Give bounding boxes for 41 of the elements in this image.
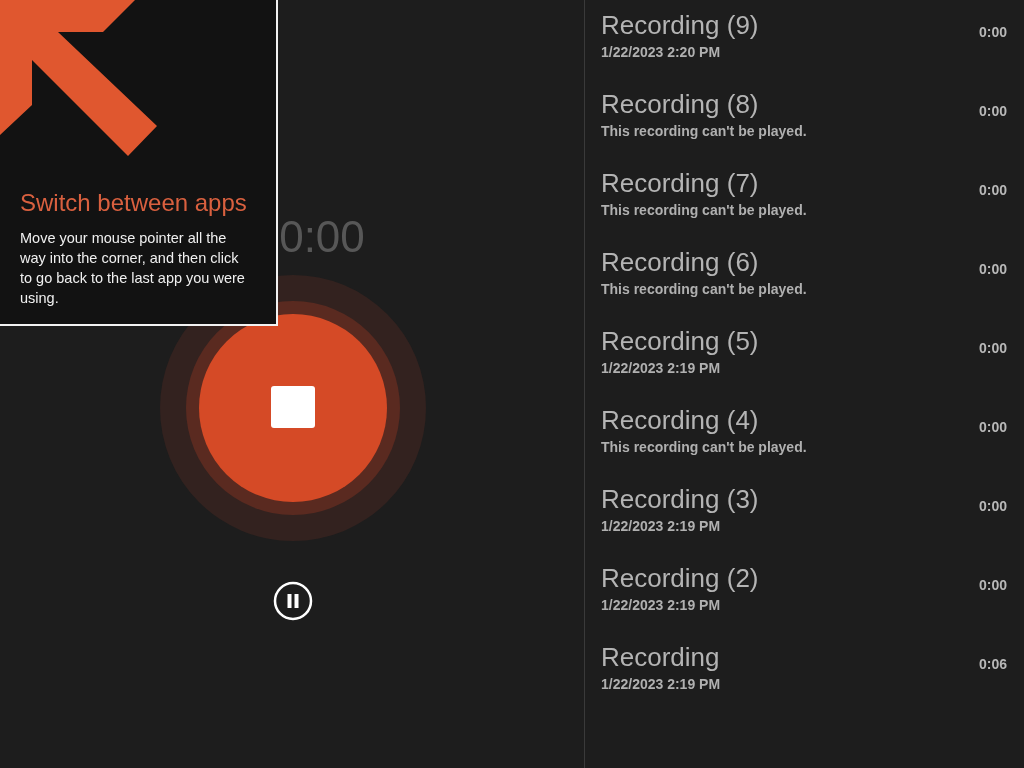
recording-item[interactable]: Recording (5) 1/22/2023 2:19 PM 0:00 bbox=[601, 324, 1007, 403]
recording-title: Recording (9) bbox=[601, 9, 759, 42]
recording-title: Recording (2) bbox=[601, 562, 759, 595]
recording-detail: 1/22/2023 2:19 PM bbox=[601, 676, 721, 692]
recording-detail: This recording can't be played. bbox=[601, 281, 807, 297]
stop-record-button[interactable] bbox=[160, 275, 426, 541]
recording-duration: 0:00 bbox=[978, 24, 1007, 42]
recording-title: Recording (7) bbox=[601, 167, 760, 200]
recording-detail: 1/22/2023 2:19 PM bbox=[601, 518, 722, 534]
recording-title: Recording (8) bbox=[601, 88, 760, 121]
recording-duration: 0:00 bbox=[978, 419, 1007, 437]
recording-title: Recording (4) bbox=[601, 404, 760, 437]
pause-button[interactable] bbox=[273, 581, 313, 621]
recording-detail: 1/22/2023 2:19 PM bbox=[601, 360, 722, 376]
recording-detail: This recording can't be played. bbox=[601, 123, 807, 139]
recording-duration: 0:06 bbox=[978, 656, 1007, 674]
recording-duration: 0:00 bbox=[978, 577, 1007, 595]
recording-item[interactable]: Recording (8) This recording can't be played. 0:00 bbox=[601, 87, 1007, 166]
recording-item[interactable]: Recording (9) 1/22/2023 2:20 PM 0:00 bbox=[601, 8, 1007, 87]
recording-detail: 1/22/2023 2:19 PM bbox=[601, 597, 722, 613]
recording-title: Recording bbox=[601, 641, 721, 674]
recording-detail: This recording can't be played. bbox=[601, 202, 807, 218]
recording-item[interactable]: Recording (2) 1/22/2023 2:19 PM 0:00 bbox=[601, 561, 1007, 640]
tip-text: Move your mouse pointer all the way into the corner, and then click to go back to the last app you were using. bbox=[20, 229, 246, 308]
recording-title: Recording (5) bbox=[601, 325, 759, 358]
recording-duration: 0:00 bbox=[978, 103, 1007, 121]
timer: 0:00 bbox=[279, 212, 365, 263]
recording-detail: 1/22/2023 2:20 PM bbox=[601, 44, 722, 60]
recording-item[interactable]: Recording (4) This recording can't be played. 0:00 bbox=[601, 403, 1007, 482]
recording-item[interactable]: Recording (7) This recording can't be played. 0:00 bbox=[601, 166, 1007, 245]
recording-item[interactable]: Recording (3) 1/22/2023 2:19 PM 0:00 bbox=[601, 482, 1007, 561]
recording-duration: 0:00 bbox=[978, 182, 1007, 200]
recording-title: Recording (6) bbox=[601, 246, 760, 279]
recording-item[interactable]: Recording 1/22/2023 2:19 PM 0:06 bbox=[601, 640, 1007, 719]
recording-title: Recording (3) bbox=[601, 483, 759, 516]
recording-duration: 0:00 bbox=[978, 261, 1007, 279]
recording-duration: 0:00 bbox=[978, 498, 1007, 516]
recording-duration: 0:00 bbox=[978, 340, 1007, 358]
tip-title: Switch between apps bbox=[20, 189, 247, 217]
recording-item[interactable]: Recording (6) This recording can't be played. 0:00 bbox=[601, 245, 1007, 324]
recording-detail: This recording can't be played. bbox=[601, 439, 807, 455]
